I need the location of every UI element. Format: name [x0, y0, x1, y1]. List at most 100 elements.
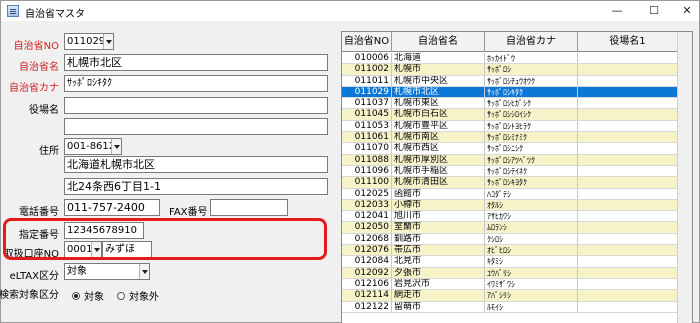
cell-name: 札幌市北区 [392, 86, 485, 99]
cell-name: 岩見沢市 [392, 278, 485, 291]
cell-code: 011011 [342, 75, 392, 87]
grid-scrollbar[interactable] [677, 32, 692, 323]
name-label: 自治省名 [19, 62, 59, 73]
cell-name: 小樽市 [392, 199, 485, 212]
col-header-name[interactable]: 自治省名 [392, 32, 485, 52]
col-header-kana[interactable]: 自治省カナ [485, 32, 578, 52]
table-row[interactable]: 012122 留萌市 ﾙﾓｲｼ [342, 301, 692, 313]
cell-name: 札幌市中央区 [392, 75, 485, 87]
table-row[interactable]: 011096 札幌市手稲区 ｻｯﾎﾟﾛｼﾃｲﾈｸ [342, 165, 692, 178]
zip-combo[interactable]: 001-8612 [64, 138, 122, 155]
table-row[interactable]: 011029 札幌市北区 ｻｯﾎﾟﾛｼｷﾀｸ [342, 86, 692, 99]
address-label: 住所 [39, 146, 59, 157]
table-row[interactable]: 011037 札幌市東区 ｻｯﾎﾟﾛｼﾋｶﾞｼｸ [342, 98, 692, 110]
cell-code: 012122 [342, 301, 392, 313]
cell-office [578, 188, 678, 200]
name-field[interactable]: 札幌市北区 [64, 54, 328, 71]
table-row[interactable]: 011100 札幌市清田区 ｻｯﾎﾟﾛｼｷﾖﾀｸ [342, 177, 692, 189]
cell-kana: ｷﾀﾐｼ [485, 256, 578, 268]
close-button[interactable]: ✕ [675, 3, 699, 19]
fax-field[interactable] [210, 199, 288, 216]
maximize-button[interactable]: ☐ [642, 3, 666, 19]
cell-name: 旭川市 [392, 211, 485, 223]
cell-office [578, 301, 678, 313]
master-window: 自治省マスタ — ☐ ✕ 自治省NO 011029 自治省名 札幌市北区 自治省… [0, 0, 700, 323]
cell-code: 011002 [342, 64, 392, 76]
chevron-down-icon[interactable] [111, 139, 121, 154]
search-radio-on[interactable] [72, 292, 80, 300]
table-row[interactable]: 012025 函館市 ﾊｺﾀﾞﾃｼ [342, 188, 692, 200]
cell-office [578, 165, 678, 178]
address-line-2[interactable]: 北24条西6丁目1-1 [64, 178, 328, 195]
code-value: 011029 [67, 36, 106, 47]
cell-office [578, 75, 678, 87]
address-line-1[interactable]: 北海道札幌市北区 [64, 156, 328, 173]
cell-kana: ﾕｳﾊﾞﾘｼ [485, 267, 578, 279]
highlight-box [3, 218, 327, 260]
cell-office [578, 267, 678, 279]
table-row[interactable]: 012114 網走市 ｱﾊﾞｼﾘｼ [342, 290, 692, 302]
code-combo[interactable]: 011029 [64, 33, 114, 50]
cell-code: 011053 [342, 120, 392, 133]
office-label: 役場名 [29, 105, 59, 116]
table-row[interactable]: 011011 札幌市中央区 ｻｯﾎﾟﾛｼﾁｭｳｵｳｸ [342, 75, 692, 87]
cell-kana: ｻｯﾎﾟﾛｼﾄﾖﾋﾗｸ [485, 120, 578, 133]
eltax-value: 対象 [67, 266, 87, 277]
cell-kana: ｻｯﾎﾟﾛｼｷﾖﾀｸ [485, 177, 578, 189]
grid-body: 010006 北海道 ﾎｯｶｲﾄﾞｳ 011002 札幌市 ｻｯﾎﾟﾛｼ 011011 札幌市… [342, 53, 692, 313]
phone-label: 電話番号 [19, 207, 59, 218]
chevron-down-icon[interactable] [139, 264, 149, 279]
table-row[interactable]: 011070 札幌市西区 ｻｯﾎﾟﾛｼﾆｼｸ [342, 143, 692, 155]
cell-office [578, 120, 678, 133]
table-row[interactable]: 011002 札幌市 ｻｯﾎﾟﾛｼ [342, 64, 692, 76]
table-row[interactable]: 011045 札幌市白石区 ｻｯﾎﾟﾛｼｼﾛｲｼｸ [342, 109, 692, 121]
cell-name: 夕張市 [392, 267, 485, 279]
kana-field[interactable]: ｻｯﾎﾟﾛｼｷﾀｸ [64, 75, 328, 92]
table-row[interactable]: 012084 北見市 ｷﾀﾐｼ [342, 256, 692, 268]
eltax-combo[interactable]: 対象 [64, 263, 150, 280]
cell-code: 011061 [342, 132, 392, 144]
master-grid[interactable]: 自治省NO 自治省名 自治省カナ 役場名1 010006 北海道 ﾎｯｶｲﾄﾞｳ 01… [341, 31, 693, 323]
chevron-down-icon[interactable] [103, 34, 113, 49]
search-radio-off[interactable] [117, 292, 125, 300]
cell-code: 011029 [342, 86, 392, 99]
col-header-code[interactable]: 自治省NO [342, 32, 392, 52]
phone-field[interactable]: 011-757-2400 [64, 199, 160, 216]
cell-code: 012106 [342, 278, 392, 291]
table-row[interactable]: 012068 釧路市 ｸｼﾛｼ [342, 233, 692, 246]
cell-office [578, 132, 678, 144]
cell-office [578, 143, 678, 155]
cell-code: 010006 [342, 53, 392, 65]
table-row[interactable]: 011053 札幌市豊平区 ｻｯﾎﾟﾛｼﾄﾖﾋﾗｸ [342, 120, 692, 133]
table-row[interactable]: 012033 小樽市 ｵﾀﾙｼ [342, 199, 692, 212]
cell-name: 北見市 [392, 256, 485, 268]
col-header-office[interactable]: 役場名1 [578, 32, 678, 52]
table-row[interactable]: 011088 札幌市厚別区 ｻｯﾎﾟﾛｼｱﾂﾍﾞﾂｸ [342, 154, 692, 166]
cell-kana: ｵﾀﾙｼ [485, 199, 578, 212]
code-label: 自治省NO [13, 41, 59, 52]
cell-name: 釧路市 [392, 233, 485, 246]
table-row[interactable]: 012076 帯広市 ｵﾋﾞﾋﾛｼ [342, 245, 692, 257]
table-row[interactable]: 012050 室蘭市 ﾑﾛﾗﾝｼ [342, 222, 692, 234]
table-row[interactable]: 012106 岩見沢市 ｲﾜﾐｻﾞﾜｼ [342, 278, 692, 291]
table-row[interactable]: 010006 北海道 ﾎｯｶｲﾄﾞｳ [342, 53, 692, 65]
cell-kana: ｻｯﾎﾟﾛｼｼﾛｲｼｸ [485, 109, 578, 121]
cell-code: 011037 [342, 98, 392, 110]
cell-kana: ｻｯﾎﾟﾛｼﾐﾅﾐｸ [485, 132, 578, 144]
cell-kana: ｱﾊﾞｼﾘｼ [485, 290, 578, 302]
cell-kana: ｻｯﾎﾟﾛｼﾁｭｳｵｳｸ [485, 75, 578, 87]
table-row[interactable]: 012041 旭川市 ｱｻﾋｶﾜｼ [342, 211, 692, 223]
cell-name: 札幌市厚別区 [392, 154, 485, 166]
office-field-2[interactable] [64, 118, 328, 135]
window-title: 自治省マスタ [25, 9, 85, 20]
cell-office [578, 64, 678, 76]
office-field-1[interactable] [64, 97, 328, 114]
table-row[interactable]: 011061 札幌市南区 ｻｯﾎﾟﾛｼﾐﾅﾐｸ [342, 132, 692, 144]
cell-code: 012092 [342, 267, 392, 279]
cell-name: 札幌市清田区 [392, 177, 485, 189]
cell-kana: ｻｯﾎﾟﾛｼﾃｲﾈｸ [485, 165, 578, 178]
minimize-button[interactable]: — [605, 3, 629, 19]
cell-code: 012050 [342, 222, 392, 234]
cell-kana: ﾑﾛﾗﾝｼ [485, 222, 578, 234]
table-row[interactable]: 012092 夕張市 ﾕｳﾊﾞﾘｼ [342, 267, 692, 279]
